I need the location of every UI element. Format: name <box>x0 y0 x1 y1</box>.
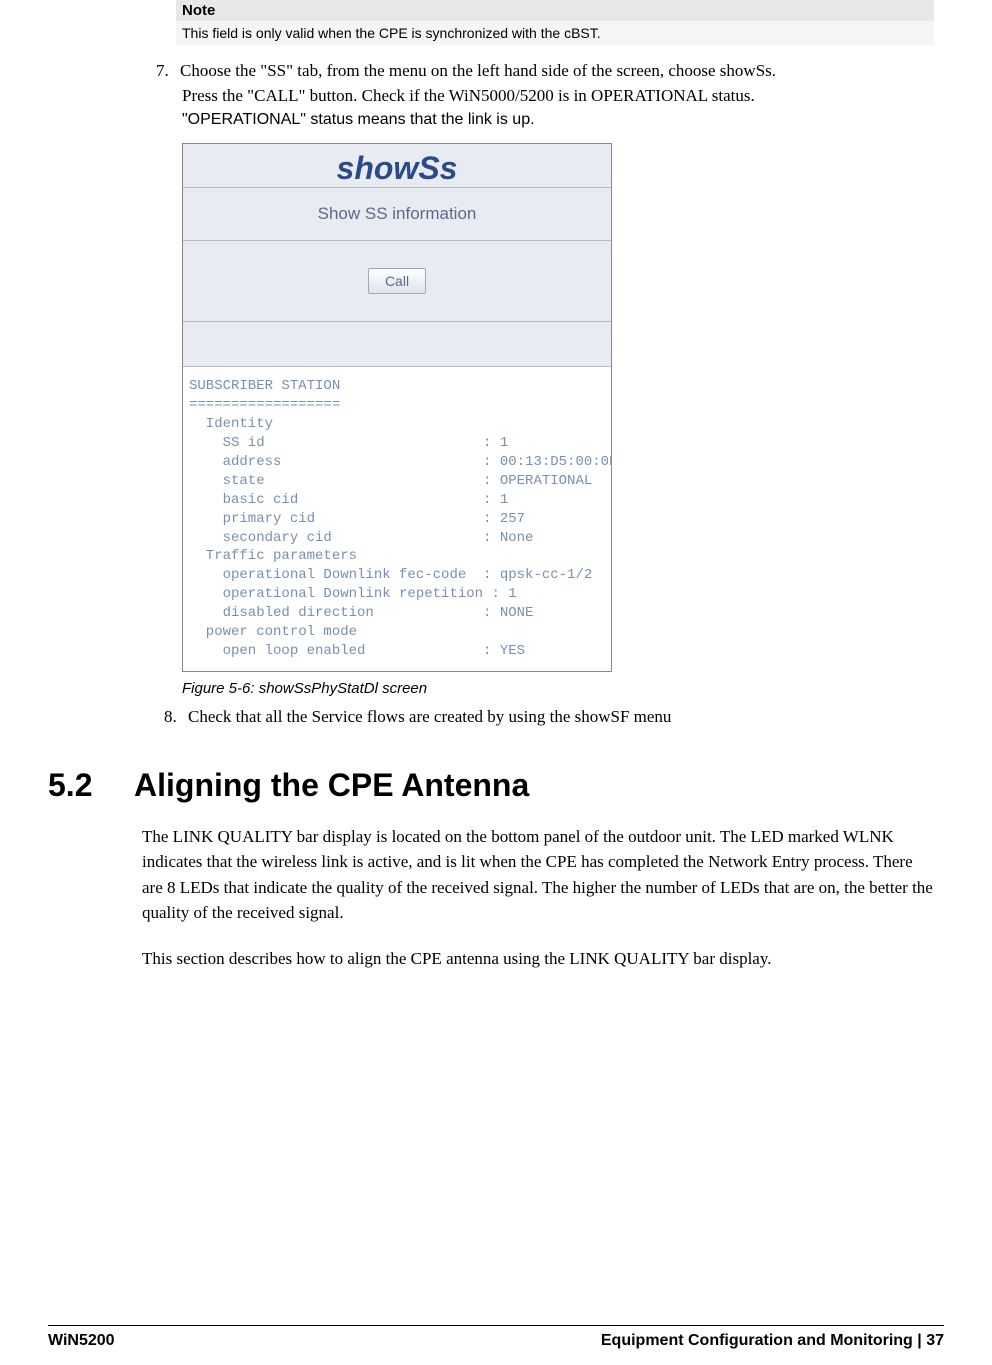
term-line: basic cid : 1 <box>189 492 508 508</box>
call-button[interactable]: Call <box>368 268 426 294</box>
note-text: This field is only valid when the CPE is… <box>176 21 934 45</box>
screenshot-subtitle: Show SS information <box>183 188 611 241</box>
term-line: secondary cid : None <box>189 530 533 546</box>
term-line: operational Downlink repetition : 1 <box>189 586 517 602</box>
step-7-line1: Choose the "SS" tab, from the menu on th… <box>180 61 776 80</box>
screenshot-spacer <box>183 322 611 367</box>
term-line: SUBSCRIBER STATION <box>189 378 340 394</box>
section-title: Aligning the CPE Antenna <box>134 767 529 804</box>
term-line: ================== <box>189 397 340 413</box>
term-line: SS id : 1 <box>189 435 508 451</box>
section-para-1: The LINK QUALITY bar display is located … <box>142 824 934 926</box>
step-7-line2: Press the "CALL" button. Check if the Wi… <box>182 84 944 109</box>
screenshot-panel: showSs Show SS information Call SUBSCRIB… <box>182 143 612 671</box>
step-7-line3: "OPERATIONAL" status means that the link… <box>182 108 944 131</box>
figure-caption: Figure 5-6: showSsPhyStatDl screen <box>182 680 944 697</box>
step-8-num: 8. <box>164 707 188 727</box>
footer-product: WiN5200 <box>48 1332 115 1350</box>
term-line: open loop enabled : YES <box>189 643 525 659</box>
note-label: Note <box>176 0 934 21</box>
section-para-2: This section describes how to align the … <box>142 946 934 972</box>
screenshot-title: showSs <box>183 144 611 188</box>
screenshot-button-row: Call <box>183 241 611 322</box>
term-line: primary cid : 257 <box>189 511 525 527</box>
step-8-text: Check that all the Service flows are cre… <box>188 707 671 726</box>
term-line: Identity <box>189 416 273 432</box>
note-box: Note This field is only valid when the C… <box>176 0 934 45</box>
terminal-output: SUBSCRIBER STATION ================== Id… <box>183 367 611 670</box>
term-line: Traffic parameters <box>189 548 357 564</box>
section-5-2: 5.2Aligning the CPE Antenna The LINK QUA… <box>48 767 944 972</box>
step-7: 7.Choose the "SS" tab, from the menu on … <box>158 59 944 131</box>
step-8: 8.Check that all the Service flows are c… <box>164 707 944 727</box>
term-line: disabled direction : NONE <box>189 605 533 621</box>
step-7-num: 7. <box>156 59 180 84</box>
footer-chapter-page: Equipment Configuration and Monitoring |… <box>601 1332 944 1350</box>
term-line: state : OPERATIONAL <box>189 473 592 489</box>
section-number: 5.2 <box>48 767 134 804</box>
term-line: address : 00:13:D5:00:0D:76 <box>189 454 611 470</box>
term-line: power control mode <box>189 624 357 640</box>
term-line: operational Downlink fec-code : qpsk-cc-… <box>189 567 592 583</box>
page-footer: WiN5200 Equipment Configuration and Moni… <box>48 1325 944 1350</box>
